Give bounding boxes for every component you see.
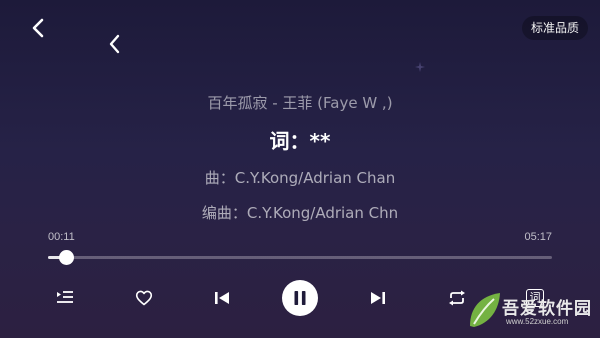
progress-thumb[interactable] [58,250,74,265]
lyric-line-title: 百年孤寂 - 王菲 (Faye W ,) [207,94,393,112]
heart-icon [135,290,153,306]
leaf-logo-icon [470,293,500,327]
sparkle-decoration [415,62,425,72]
lyric-line-arranger: 编曲：C.Y.Kong/Adrian Chn [201,204,399,222]
skip-next-icon [371,292,385,304]
next-track-button[interactable] [362,282,394,314]
like-button[interactable] [128,282,160,314]
elapsed-time: 00:11 [48,231,75,243]
pause-icon [294,291,306,305]
chevron-left-icon [32,18,44,38]
lyric-line-current: 词：** [269,129,331,153]
progress-slider[interactable] [48,250,552,265]
watermark-name: 吾爱软件园 [502,299,592,319]
play-pause-button[interactable] [282,280,318,316]
playlist-button[interactable] [49,282,81,314]
back-button[interactable] [24,14,52,42]
watermark: 吾爱软件园 www.52zxue.com [466,288,594,334]
watermark-url: www.52zxue.com [506,317,569,326]
inner-back-button[interactable] [100,30,128,58]
lyric-line-composer: 曲：C.Y.Kong/Adrian Chan [204,169,396,187]
chevron-left-icon [109,34,120,54]
skip-previous-icon [215,292,229,304]
quality-button[interactable]: 标准品质 [521,16,588,40]
total-time: 05:17 [524,231,552,243]
repeat-icon [449,290,465,306]
previous-track-button[interactable] [206,282,238,314]
playlist-icon [57,291,73,303]
